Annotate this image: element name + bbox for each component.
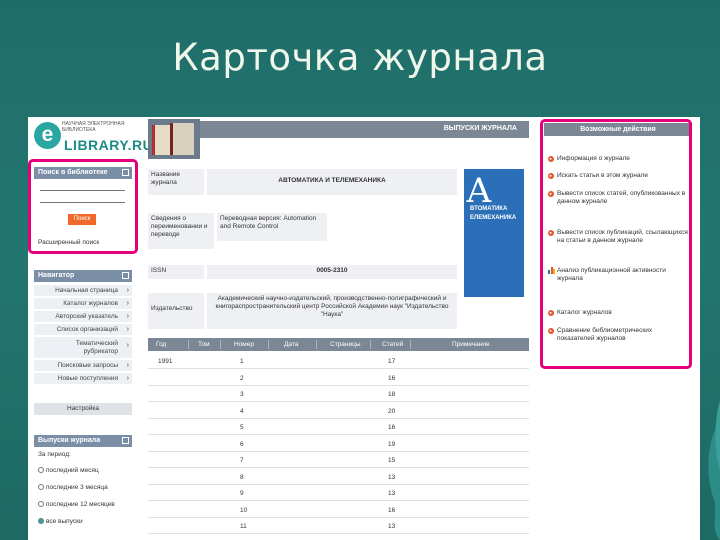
chevron-right-icon: ›: [126, 287, 129, 294]
cell-number[interactable]: 3: [240, 391, 244, 398]
period-option-12-months[interactable]: последние 12 месяцев: [38, 501, 115, 508]
table-row[interactable]: 4 20: [148, 403, 529, 419]
cell-year: 1991: [158, 358, 173, 365]
field-label-translation: Сведения о переименовании и переводе: [148, 213, 214, 249]
navigator-header: Навигатор: [34, 270, 132, 282]
cell-articles: 16: [388, 506, 396, 514]
period-option-3-months[interactable]: последние 3 месяца: [38, 484, 108, 491]
cell-number[interactable]: 10: [240, 507, 247, 514]
cell-articles: 13: [388, 473, 396, 481]
field-label-publisher: Издательство: [148, 293, 204, 329]
cell-number[interactable]: 8: [240, 474, 244, 481]
cell-articles: 19: [388, 440, 396, 448]
table-row[interactable]: 10 16: [148, 502, 529, 518]
cell-articles: 18: [388, 391, 396, 398]
nav-item-author-index[interactable]: Авторский указатель ›: [34, 311, 132, 323]
radio-icon: [38, 484, 44, 491]
elibrary-screenshot: e НАУЧНАЯ ЭЛЕКТРОННАЯ БИБЛИОТЕКА LIBRARY…: [28, 117, 700, 540]
cell-number[interactable]: 1: [240, 358, 244, 365]
issn-value: 0005-2310: [207, 265, 457, 279]
publisher-value: Академический научно-издательский, произ…: [207, 293, 457, 329]
period-label: За период:: [38, 451, 71, 458]
nav-item-organizations[interactable]: Список организаций ›: [34, 324, 132, 336]
translation-info: Переводная версия: Automation and Remote…: [217, 213, 327, 241]
cell-number[interactable]: 9: [240, 490, 244, 497]
radio-icon: [38, 501, 44, 508]
cell-articles: 13: [388, 490, 396, 497]
radio-selected-icon: [38, 518, 44, 525]
nav-item-new-arrivals[interactable]: Новые поступления ›: [34, 373, 132, 385]
cell-articles: 17: [388, 358, 396, 365]
table-row[interactable]: 9 13: [148, 485, 529, 501]
chevron-right-icon: ›: [126, 342, 129, 349]
cell-number[interactable]: 5: [240, 424, 244, 431]
cell-number[interactable]: 7: [240, 457, 244, 464]
logo-subtitle: НАУЧНАЯ ЭЛЕКТРОННАЯ БИБЛИОТЕКА: [62, 121, 125, 133]
radio-icon: [38, 467, 44, 474]
issues-table-header: Год Том Номер Дата Страницы Статей Приме…: [148, 338, 529, 351]
chevron-right-icon: ›: [126, 375, 129, 382]
nav-item-search-queries[interactable]: Поисковые запросы ›: [34, 360, 132, 372]
table-row[interactable]: 8 13: [148, 469, 529, 485]
actions-panel: Возможные действия ► Информация о журнале…: [540, 117, 700, 540]
field-label-issn: ISSN: [148, 265, 204, 279]
period-option-last-month[interactable]: последний месяц: [38, 467, 99, 474]
cell-articles: 16: [388, 424, 396, 431]
nav-item-home[interactable]: Начальная страница ›: [34, 285, 132, 297]
table-row[interactable]: 6 19: [148, 436, 529, 452]
table-row[interactable]: 7 15: [148, 452, 529, 468]
slide-title: Карточка журнала: [172, 36, 548, 79]
collapse-icon[interactable]: [122, 272, 129, 279]
cell-number[interactable]: 4: [240, 408, 244, 415]
elibrary-logo[interactable]: e НАУЧНАЯ ЭЛЕКТРОННАЯ БИБЛИОТЕКА LIBRARY…: [34, 120, 153, 156]
journal-title: АВТОМАТИКА И ТЕЛЕМЕХАНИКА: [207, 169, 457, 195]
chevron-right-icon: ›: [126, 326, 129, 333]
chevron-right-icon: ›: [126, 313, 129, 320]
cell-articles: 15: [388, 457, 396, 464]
journal-card: ВЫПУСКИ ЖУРНАЛА Название журнала АВТОМАТ…: [144, 117, 534, 540]
nav-item-journal-catalog[interactable]: Каталог журналов ›: [34, 298, 132, 310]
cell-articles: 20: [388, 407, 396, 415]
logo-e-icon: e: [34, 122, 61, 149]
period-option-all[interactable]: все выпуски: [38, 518, 83, 525]
table-row[interactable]: 2 16: [148, 370, 529, 386]
cell-articles: 16: [388, 374, 396, 382]
table-row[interactable]: 5 16: [148, 419, 529, 435]
cell-articles: 13: [388, 523, 396, 530]
collapse-icon[interactable]: [122, 437, 129, 444]
table-row[interactable]: 11 13: [148, 518, 529, 534]
search-highlight-frame: [28, 159, 138, 254]
cell-number[interactable]: 2: [240, 375, 244, 382]
chevron-right-icon: ›: [126, 300, 129, 307]
settings-button[interactable]: Настройка: [34, 403, 132, 415]
actions-highlight-frame: [540, 119, 692, 369]
logo-name: LIBRARY.RU: [64, 137, 154, 153]
issues-banner: ВЫПУСКИ ЖУРНАЛА: [148, 121, 529, 138]
table-row[interactable]: 3 18: [148, 386, 529, 402]
left-sidebar: e НАУЧНАЯ ЭЛЕКТРОННАЯ БИБЛИОТЕКА LIBRARY…: [28, 117, 153, 540]
field-label-title: Название журнала: [148, 169, 204, 195]
journal-covers-thumbnail: [148, 119, 200, 159]
chevron-right-icon: ›: [126, 362, 129, 369]
issues-panel-header: Выпуски журнала: [34, 435, 132, 447]
journal-cover-image: А ВТОМАТИКА ЕЛЕМЕХАНИКА: [464, 169, 524, 297]
cell-number[interactable]: 11: [240, 523, 247, 530]
table-row[interactable]: 1991 1 17: [148, 353, 529, 369]
nav-item-subject-rubricator[interactable]: Тематический рубрикатор ›: [34, 337, 132, 359]
corner-wave-decoration: [708, 400, 720, 540]
cell-number[interactable]: 6: [240, 441, 244, 448]
